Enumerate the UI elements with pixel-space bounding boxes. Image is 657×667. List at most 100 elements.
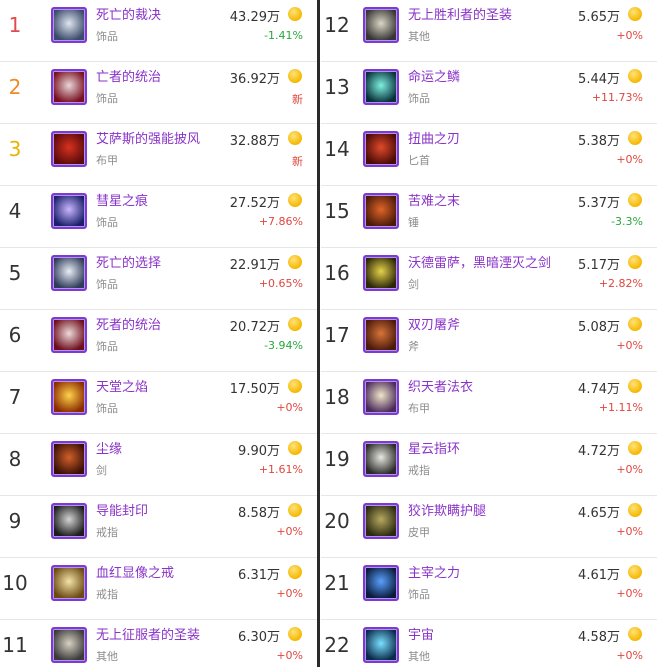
item-type: 锤 — [408, 216, 419, 229]
gold-coin-icon — [288, 503, 302, 517]
gold-coin-icon — [628, 131, 642, 145]
item-type: 剑 — [408, 278, 419, 291]
list-item[interactable]: 10 血红显像之戒 戒指 6.31万 +0% — [0, 558, 317, 620]
price-change: +0% — [616, 587, 643, 600]
skull-icon — [51, 7, 87, 43]
list-item[interactable]: 11 无上征服者的圣装 其他 6.30万 +0% — [0, 620, 317, 667]
item-price: 5.38万 — [578, 134, 620, 149]
list-item[interactable]: 4 彗星之痕 饰品 27.52万 +7.86% — [0, 186, 317, 248]
list-item[interactable]: 18 织天者法衣 布甲 4.74万 +1.11% — [321, 372, 657, 434]
item-price: 4.61万 — [578, 568, 620, 583]
price-change: +11.73% — [591, 91, 643, 104]
list-item[interactable]: 8 尘缘 剑 9.90万 +1.61% — [0, 434, 317, 496]
price-change: +0% — [616, 29, 643, 42]
list-item[interactable]: 22 宇宙 其他 4.58万 +0% — [321, 620, 657, 667]
price-change: 新 — [292, 155, 303, 168]
item-type: 饰品 — [96, 30, 118, 43]
item-price: 32.88万 — [229, 134, 280, 149]
item-name[interactable]: 无上胜利者的圣装 — [408, 4, 512, 23]
price-change: +0.65% — [258, 277, 303, 290]
list-item[interactable]: 2 亡者的统治 饰品 36.92万 新 — [0, 62, 317, 124]
list-item[interactable]: 13 命运之鳞 饰品 5.44万 +11.73% — [321, 62, 657, 124]
item-price: 4.72万 — [578, 444, 620, 459]
item-name[interactable]: 死亡的选择 — [96, 252, 161, 271]
item-name[interactable]: 死者的统治 — [96, 314, 161, 333]
list-item[interactable]: 15 苦难之末 锤 5.37万 -3.3% — [321, 186, 657, 248]
item-name[interactable]: 彗星之痕 — [96, 190, 148, 209]
item-name[interactable]: 命运之鳞 — [408, 66, 460, 85]
list-item[interactable]: 1 死亡的裁决 饰品 43.29万 -1.41% — [0, 0, 317, 62]
robe-icon — [363, 379, 399, 415]
item-name[interactable]: 尘缘 — [96, 438, 122, 457]
item-type: 饰品 — [408, 92, 430, 105]
list-item[interactable]: 19 星云指环 戒指 4.72万 +0% — [321, 434, 657, 496]
rank-number: 9 — [8, 509, 22, 533]
gold-coin-icon — [288, 317, 302, 331]
price-change: -3.94% — [264, 339, 303, 352]
item-type: 布甲 — [96, 154, 118, 167]
rank-number: 20 — [324, 509, 350, 533]
armor-icon — [51, 627, 87, 663]
list-item[interactable]: 14 扭曲之刃 匕首 5.38万 +0% — [321, 124, 657, 186]
item-name[interactable]: 主宰之力 — [408, 562, 460, 581]
item-name[interactable]: 天堂之焰 — [96, 376, 148, 395]
item-name[interactable]: 苦难之末 — [408, 190, 460, 209]
item-name[interactable]: 宇宙 — [408, 624, 434, 643]
item-type: 斧 — [408, 340, 419, 353]
item-name[interactable]: 亡者的统治 — [96, 66, 161, 85]
list-item[interactable]: 20 狡诈欺瞒护腿 皮甲 4.65万 +0% — [321, 496, 657, 558]
item-name[interactable]: 双刃屠斧 — [408, 314, 460, 333]
blue-orb-icon — [363, 565, 399, 601]
item-price: 17.50万 — [229, 382, 280, 397]
list-item[interactable]: 12 无上胜利者的圣装 其他 5.65万 +0% — [321, 0, 657, 62]
list-item[interactable]: 9 导能封印 戒指 8.58万 +0% — [0, 496, 317, 558]
list-item[interactable]: 21 主宰之力 饰品 4.61万 +0% — [321, 558, 657, 620]
column-divider — [317, 0, 320, 667]
item-name[interactable]: 导能封印 — [96, 500, 148, 519]
price-change: +0% — [616, 649, 643, 662]
list-item[interactable]: 3 艾萨斯的强能披风 布甲 32.88万 新 — [0, 124, 317, 186]
list-item[interactable]: 17 双刃屠斧 斧 5.08万 +0% — [321, 310, 657, 372]
item-type: 匕首 — [408, 154, 430, 167]
rank-number: 18 — [324, 385, 350, 409]
rank-number: 10 — [2, 571, 28, 595]
item-name[interactable]: 血红显像之戒 — [96, 562, 174, 581]
item-type: 戒指 — [96, 588, 118, 601]
ranking-column-right: 12 无上胜利者的圣装 其他 5.65万 +0% 13 命运之鳞 饰品 5.44… — [321, 0, 657, 667]
item-price: 8.58万 — [238, 506, 280, 521]
sword-icon — [51, 441, 87, 477]
item-name[interactable]: 星云指环 — [408, 438, 460, 457]
gold-coin-icon — [288, 627, 302, 641]
gold-coin-icon — [288, 69, 302, 83]
item-name[interactable]: 无上征服者的圣装 — [96, 624, 200, 643]
item-type: 其他 — [408, 30, 430, 43]
item-type: 饰品 — [96, 92, 118, 105]
item-name[interactable]: 沃德雷萨，黑暗湮灭之剑 — [408, 252, 551, 271]
rank-number: 8 — [8, 447, 22, 471]
item-type: 饰品 — [96, 340, 118, 353]
gold-coin-icon — [628, 255, 642, 269]
price-change: +0% — [616, 339, 643, 352]
item-name[interactable]: 扭曲之刃 — [408, 128, 460, 147]
gold-coin-icon — [628, 441, 642, 455]
rank-number: 17 — [324, 323, 350, 347]
list-item[interactable]: 7 天堂之焰 饰品 17.50万 +0% — [0, 372, 317, 434]
gold-coin-icon — [288, 7, 302, 21]
crimson-banner-icon — [51, 69, 87, 105]
item-type: 其他 — [96, 650, 118, 663]
sword-icon — [363, 255, 399, 291]
gold-coin-icon — [628, 503, 642, 517]
scale-icon — [363, 69, 399, 105]
price-change: +0% — [616, 153, 643, 166]
gold-coin-icon — [288, 255, 302, 269]
item-price: 20.72万 — [229, 320, 280, 335]
cosmos-icon — [363, 627, 399, 663]
gold-coin-icon — [628, 69, 642, 83]
item-name[interactable]: 艾萨斯的强能披风 — [96, 128, 200, 147]
item-name[interactable]: 织天者法衣 — [408, 376, 473, 395]
list-item[interactable]: 6 死者的统治 饰品 20.72万 -3.94% — [0, 310, 317, 372]
list-item[interactable]: 16 沃德雷萨，黑暗湮灭之剑 剑 5.17万 +2.82% — [321, 248, 657, 310]
item-name[interactable]: 死亡的裁决 — [96, 4, 161, 23]
item-name[interactable]: 狡诈欺瞒护腿 — [408, 500, 486, 519]
list-item[interactable]: 5 死亡的选择 饰品 22.91万 +0.65% — [0, 248, 317, 310]
